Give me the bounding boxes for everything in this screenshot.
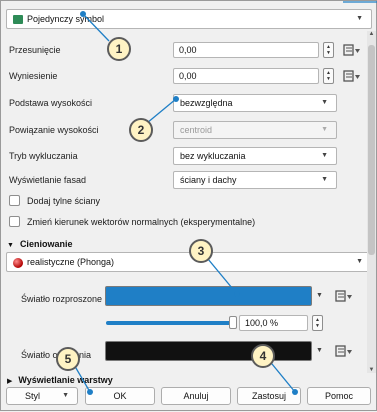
invert-normals-checkbox[interactable] bbox=[9, 216, 20, 227]
altitude-binding-dropdown: centroid ▼ bbox=[173, 121, 337, 139]
chevron-down-icon: ▼ bbox=[321, 99, 328, 106]
leader-line-2 bbox=[146, 98, 177, 124]
expand-triangle-icon: ▶ bbox=[7, 378, 13, 385]
diffuse-data-defined-icon[interactable] bbox=[335, 289, 353, 303]
opacity-spinner[interactable]: ▲ ▼ bbox=[312, 315, 323, 331]
extrusion-label: Wyniesienie bbox=[9, 71, 58, 81]
altitude-binding-label: Powiązanie wysokości bbox=[9, 125, 99, 135]
scroll-down-icon[interactable]: ▼ bbox=[367, 367, 376, 373]
shading-header-label: Cieniowanie bbox=[19, 239, 73, 249]
facade-rendering-value: ściany i dachy bbox=[180, 175, 237, 185]
ok-button[interactable]: OK bbox=[85, 387, 155, 405]
chevron-down-icon[interactable]: ▼ bbox=[316, 344, 326, 358]
chevron-down-icon: ▼ bbox=[321, 176, 328, 183]
ambient-color-button[interactable] bbox=[105, 341, 312, 361]
diffuse-label: Światło rozproszone bbox=[21, 294, 103, 304]
extrusion-data-defined-icon[interactable] bbox=[343, 69, 361, 83]
altitude-binding-value: centroid bbox=[180, 125, 213, 135]
diffuse-opacity-slider[interactable] bbox=[106, 321, 232, 325]
culling-mode-value: bez wykluczania bbox=[180, 151, 246, 161]
extrusion-spinner[interactable]: ▲ ▼ bbox=[323, 68, 334, 84]
callout-1: 1 bbox=[107, 37, 131, 61]
help-button[interactable]: Pomoc bbox=[307, 387, 371, 405]
callout-5: 5 bbox=[56, 347, 80, 371]
symbol-type-label: Pojedynczy symbol bbox=[27, 14, 105, 24]
apply-button[interactable]: Zastosuj bbox=[237, 387, 301, 405]
offset-label: Przesunięcie bbox=[9, 45, 61, 55]
single-symbol-icon bbox=[13, 15, 23, 25]
callout-2: 2 bbox=[129, 118, 153, 142]
facade-rendering-dropdown[interactable]: ściany i dachy ▼ bbox=[173, 171, 337, 189]
offset-input[interactable]: 0,00 bbox=[173, 42, 319, 58]
back-faces-label: Dodaj tylne ściany bbox=[27, 196, 101, 206]
chevron-down-icon[interactable]: ▼ bbox=[316, 289, 326, 303]
altitude-clamping-value: bezwzględna bbox=[180, 98, 233, 108]
cancel-button[interactable]: Anuluj bbox=[161, 387, 231, 405]
diffuse-opacity-input[interactable]: 100,0 % bbox=[239, 315, 308, 331]
chevron-down-icon: ▼ bbox=[356, 15, 363, 22]
invert-normals-label: Zmień kierunek wektorów normalnych (eksp… bbox=[27, 217, 256, 227]
style-button-label: Styl bbox=[25, 391, 41, 401]
facade-rendering-label: Wyświetlanie fasad bbox=[9, 175, 86, 185]
altitude-clamping-label: Podstawa wysokości bbox=[9, 98, 93, 108]
slider-handle[interactable] bbox=[229, 316, 237, 329]
extrusion-input[interactable]: 0,00 bbox=[173, 68, 319, 84]
offset-spinner[interactable]: ▲ ▼ bbox=[323, 42, 334, 58]
layer-rendering-section-header[interactable]: ▶ Wyświetlanie warstwy bbox=[7, 375, 113, 385]
style-menu-button[interactable]: Styl ▼ bbox=[6, 387, 78, 405]
altitude-clamping-dropdown[interactable]: bezwzględna ▼ bbox=[173, 94, 337, 112]
symbol-type-dropdown[interactable]: Pojedynczy symbol ▼ bbox=[6, 9, 372, 29]
callout-3: 3 bbox=[189, 239, 213, 263]
vertical-scrollbar[interactable]: ▲ ▼ bbox=[367, 31, 376, 373]
scroll-up-icon[interactable]: ▲ bbox=[367, 31, 376, 37]
offset-data-defined-icon[interactable] bbox=[343, 43, 361, 57]
collapse-triangle-icon: ▼ bbox=[7, 242, 14, 249]
diffuse-color-button[interactable] bbox=[105, 286, 312, 306]
chevron-down-icon: ▼ bbox=[356, 258, 363, 265]
shading-technique-value: realistyczne (Phonga) bbox=[27, 257, 115, 267]
ambient-data-defined-icon[interactable] bbox=[335, 344, 353, 358]
red-sphere-icon bbox=[13, 257, 23, 268]
layer-rendering-header-label: Wyświetlanie warstwy bbox=[18, 375, 113, 385]
callout-4: 4 bbox=[251, 344, 275, 368]
chevron-down-icon: ▼ bbox=[321, 152, 328, 159]
scrollbar-thumb[interactable] bbox=[368, 45, 375, 255]
symbology-dialog: Pojedynczy symbol ▼ Przesunięcie 0,00 ▲ ▼… bbox=[0, 0, 377, 411]
chevron-down-icon: ▼ bbox=[62, 392, 69, 399]
chevron-down-icon: ▼ bbox=[321, 126, 328, 133]
back-faces-checkbox[interactable] bbox=[9, 195, 20, 206]
culling-mode-dropdown[interactable]: bez wykluczania ▼ bbox=[173, 147, 337, 165]
shading-section-header[interactable]: ▼ Cieniowanie bbox=[7, 239, 72, 249]
culling-mode-label: Tryb wykluczania bbox=[9, 151, 78, 161]
